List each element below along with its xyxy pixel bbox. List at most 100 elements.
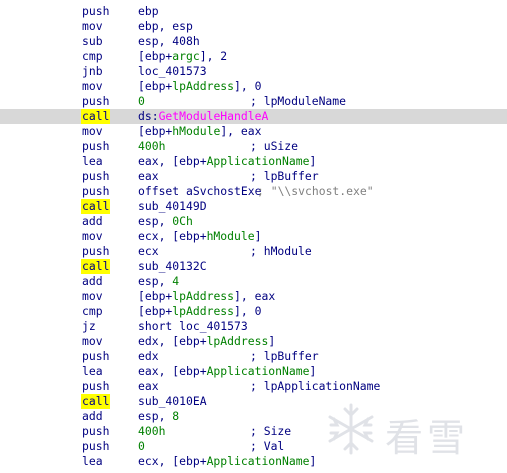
- operand[interactable]: [ebp+lpAddress], 0: [138, 304, 261, 319]
- operand[interactable]: sub_4010EA: [138, 394, 207, 409]
- operand[interactable]: 0: [138, 94, 145, 109]
- code-line[interactable]: push eax ; lpApplicationName: [0, 379, 507, 394]
- mnemonic[interactable]: add: [82, 409, 103, 424]
- code-line[interactable]: mov ebp, esp: [0, 19, 507, 34]
- local-variable[interactable]: hModule: [207, 229, 255, 243]
- code-line[interactable]: call sub_40149D: [0, 199, 507, 214]
- local-variable[interactable]: lpAddress: [172, 79, 234, 93]
- mnemonic[interactable]: push: [82, 244, 109, 259]
- code-line[interactable]: push 400h ; uSize: [0, 139, 507, 154]
- mnemonic[interactable]: mov: [82, 79, 103, 94]
- operand[interactable]: eax: [138, 169, 159, 184]
- operand[interactable]: eax, [ebp+ApplicationName]: [138, 154, 316, 169]
- code-line[interactable]: jz short loc_401573: [0, 319, 507, 334]
- code-line[interactable]: lea eax, [ebp+ApplicationName]: [0, 154, 507, 169]
- operand[interactable]: eax: [138, 379, 159, 394]
- operand[interactable]: ecx, [ebp+ApplicationName]: [138, 454, 316, 469]
- code-line[interactable]: sub esp, 408h: [0, 34, 507, 49]
- local-variable[interactable]: argc: [172, 49, 199, 63]
- operand[interactable]: ebp: [138, 4, 159, 19]
- operand[interactable]: ecx: [138, 244, 159, 259]
- code-line[interactable]: add esp, 0Ch: [0, 214, 507, 229]
- mnemonic[interactable]: call: [81, 259, 111, 274]
- mnemonic[interactable]: cmp: [82, 49, 103, 64]
- code-line[interactable]: call sub_40132C: [0, 259, 507, 274]
- local-variable[interactable]: ApplicationName: [207, 364, 310, 378]
- local-variable[interactable]: lpAddress: [172, 289, 234, 303]
- local-variable[interactable]: lpAddress: [207, 334, 269, 348]
- code-line[interactable]: push offset aSvchostExe; "\\svchost.exe": [0, 184, 507, 199]
- code-line[interactable]: mov [ebp+lpAddress], 0: [0, 79, 507, 94]
- operand[interactable]: sub_40132C: [138, 259, 207, 274]
- mnemonic[interactable]: mov: [82, 334, 103, 349]
- operand[interactable]: 400h: [138, 139, 165, 154]
- operand[interactable]: offset aSvchostExe: [138, 184, 261, 199]
- mnemonic[interactable]: push: [82, 439, 109, 454]
- code-line[interactable]: cmp [ebp+lpAddress], 0: [0, 304, 507, 319]
- code-line[interactable]: jnb loc_401573: [0, 64, 507, 79]
- code-line[interactable]: mov [ebp+lpAddress], eax: [0, 289, 507, 304]
- mnemonic[interactable]: push: [82, 94, 109, 109]
- mnemonic[interactable]: jz: [82, 319, 96, 334]
- code-line[interactable]: add esp, 4: [0, 274, 507, 289]
- mnemonic[interactable]: push: [82, 4, 109, 19]
- mnemonic[interactable]: push: [82, 379, 109, 394]
- import-name[interactable]: GetModuleHandleA: [159, 109, 269, 123]
- mnemonic[interactable]: call: [81, 109, 111, 124]
- mnemonic[interactable]: jnb: [82, 64, 103, 79]
- operand[interactable]: esp, 0Ch: [138, 214, 193, 229]
- mnemonic[interactable]: push: [82, 424, 109, 439]
- operand[interactable]: [ebp+lpAddress], eax: [138, 289, 275, 304]
- code-line[interactable]: call ds:GetModuleHandleA: [0, 109, 507, 124]
- local-variable[interactable]: ApplicationName: [207, 154, 310, 168]
- mnemonic[interactable]: push: [82, 349, 109, 364]
- operand[interactable]: esp, 408h: [138, 34, 200, 49]
- mnemonic[interactable]: add: [82, 214, 103, 229]
- mnemonic[interactable]: mov: [82, 289, 103, 304]
- mnemonic[interactable]: call: [81, 199, 111, 214]
- operand[interactable]: ecx, [ebp+hModule]: [138, 229, 261, 244]
- code-line[interactable]: mov ecx, [ebp+hModule]: [0, 229, 507, 244]
- code-line[interactable]: push eax ; lpBuffer: [0, 169, 507, 184]
- mnemonic[interactable]: lea: [82, 364, 103, 379]
- mnemonic[interactable]: add: [82, 274, 103, 289]
- code-line[interactable]: mov edx, [ebp+lpAddress]: [0, 334, 507, 349]
- operand[interactable]: sub_40149D: [138, 199, 207, 214]
- operand[interactable]: 400h: [138, 424, 165, 439]
- mnemonic[interactable]: push: [82, 139, 109, 154]
- code-line[interactable]: push edx ; lpBuffer: [0, 349, 507, 364]
- local-variable[interactable]: hModule: [172, 124, 220, 138]
- mnemonic[interactable]: lea: [82, 454, 103, 469]
- mnemonic[interactable]: mov: [82, 19, 103, 34]
- operand[interactable]: [ebp+argc], 2: [138, 49, 227, 64]
- code-line[interactable]: lea eax, [ebp+ApplicationName]: [0, 364, 507, 379]
- operand[interactable]: edx, [ebp+lpAddress]: [138, 334, 275, 349]
- operand[interactable]: ds:GetModuleHandleA: [138, 109, 268, 124]
- code-line[interactable]: push 0 ; lpModuleName: [0, 94, 507, 109]
- comment: ; lpModuleName: [250, 94, 347, 108]
- mnemonic[interactable]: push: [82, 184, 109, 199]
- mnemonic[interactable]: sub: [82, 34, 103, 49]
- mnemonic[interactable]: call: [81, 394, 111, 409]
- mnemonic[interactable]: lea: [82, 154, 103, 169]
- operand[interactable]: esp, 4: [138, 274, 179, 289]
- operand[interactable]: [ebp+lpAddress], 0: [138, 79, 261, 94]
- operand[interactable]: esp, 8: [138, 409, 179, 424]
- mnemonic[interactable]: push: [82, 169, 109, 184]
- operand[interactable]: eax, [ebp+ApplicationName]: [138, 364, 316, 379]
- code-line[interactable]: mov [ebp+hModule], eax: [0, 124, 507, 139]
- operand[interactable]: short loc_401573: [138, 319, 248, 334]
- operand[interactable]: loc_401573: [138, 64, 207, 79]
- operand[interactable]: 0: [138, 439, 145, 454]
- code-line[interactable]: push ecx ; hModule: [0, 244, 507, 259]
- code-line[interactable]: push ebp: [0, 4, 507, 19]
- local-variable[interactable]: lpAddress: [172, 304, 234, 318]
- operand[interactable]: edx: [138, 349, 159, 364]
- operand[interactable]: [ebp+hModule], eax: [138, 124, 261, 139]
- mnemonic[interactable]: cmp: [82, 304, 103, 319]
- code-line[interactable]: cmp [ebp+argc], 2: [0, 49, 507, 64]
- mnemonic[interactable]: mov: [82, 229, 103, 244]
- mnemonic[interactable]: mov: [82, 124, 103, 139]
- local-variable[interactable]: ApplicationName: [207, 454, 310, 468]
- operand[interactable]: ebp, esp: [138, 19, 193, 34]
